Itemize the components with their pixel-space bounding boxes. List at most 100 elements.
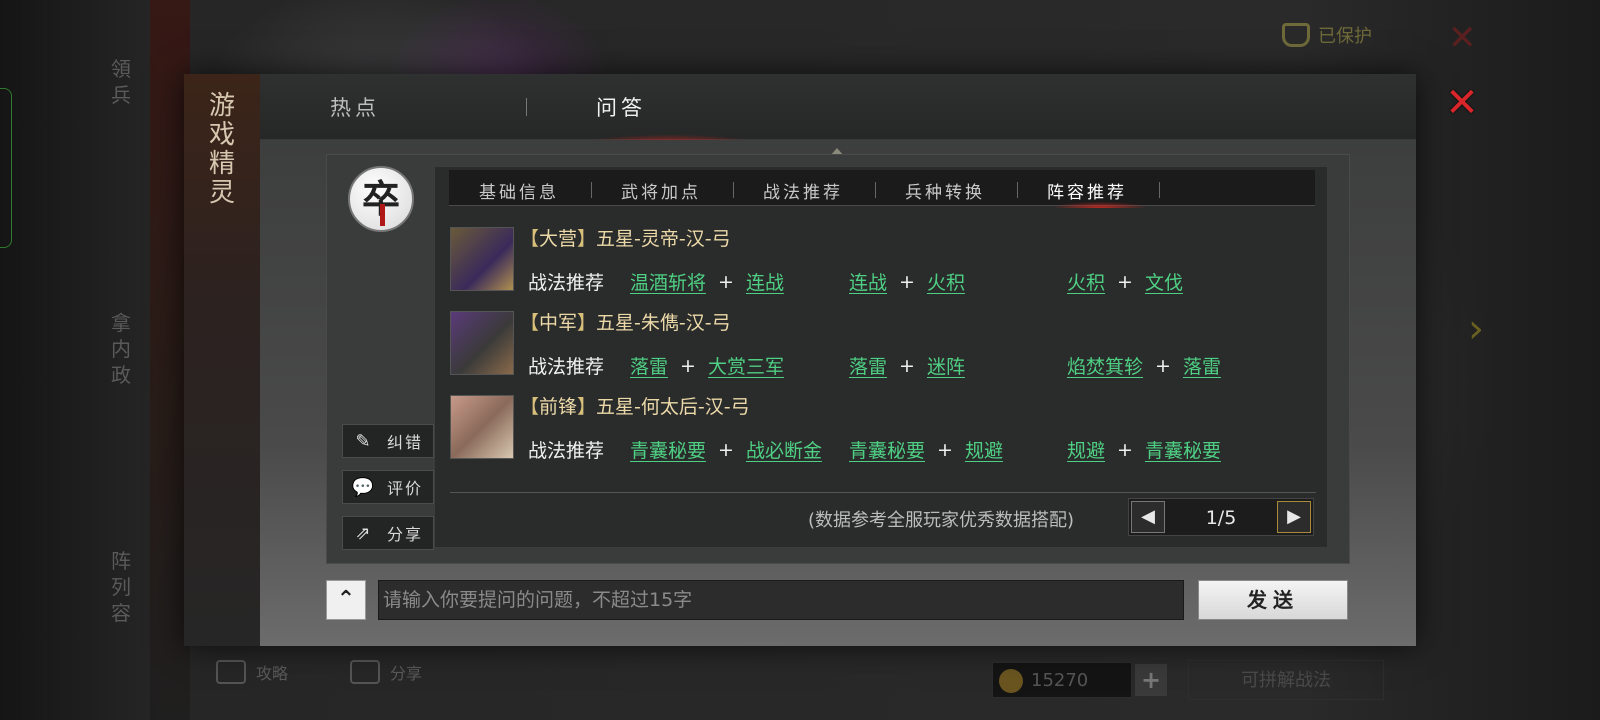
tab-divider <box>875 182 876 198</box>
skill-link[interactable]: 战必断金 <box>746 436 822 463</box>
tab-skill-recommend[interactable]: 战法推荐 <box>763 178 843 203</box>
bg-protect-label: 已保护 <box>1318 26 1372 47</box>
coin-icon <box>999 669 1023 693</box>
plus-sign: + <box>899 354 915 377</box>
skill-link[interactable]: 焰焚箕轸 <box>1067 352 1143 379</box>
hero-position: 大营 <box>539 228 578 250</box>
hero-name: 五星-何太后-汉-弓 <box>596 396 750 418</box>
plus-sign: + <box>718 438 734 461</box>
skill-link[interactable]: 迷阵 <box>927 352 965 379</box>
send-button[interactable]: 发送 <box>1198 580 1348 620</box>
skill-combo: 落雷 + 大赏三军 <box>630 352 784 379</box>
plus-sign: + <box>718 270 734 293</box>
shield-icon <box>1282 23 1310 47</box>
triangle-right-icon: ▶ <box>1287 506 1301 527</box>
bg-currency-value: 15270 <box>1031 669 1089 691</box>
next-page-button[interactable]: ▶ <box>1277 501 1311 533</box>
skill-combo: 青囊秘要 + 规避 <box>849 436 1003 463</box>
chevron-up-icon: ⌃ <box>336 587 356 612</box>
chevron-right-icon: › <box>1468 306 1484 352</box>
skill-link[interactable]: 火积 <box>927 268 965 295</box>
skill-link[interactable]: 青囊秘要 <box>1145 436 1221 463</box>
bg-currency: 15270 <box>992 662 1132 698</box>
skill-combo: 规避 + 青囊秘要 <box>1067 436 1221 463</box>
skill-link[interactable]: 连战 <box>849 268 887 295</box>
skill-link[interactable]: 落雷 <box>630 352 668 379</box>
hero-position: 中军 <box>539 312 578 334</box>
skill-link[interactable]: 文伐 <box>1145 268 1183 295</box>
bg-strategy-label: 攻略 <box>256 664 289 683</box>
report-error-label: 纠错 <box>387 433 424 452</box>
close-icon: ✕ <box>1445 80 1479 126</box>
expand-button[interactable]: ⌃ <box>326 580 366 620</box>
bg-share-label: 分享 <box>390 664 423 683</box>
skill-link[interactable]: 青囊秘要 <box>849 436 925 463</box>
hero-title: 【前锋】五星-何太后-汉-弓 <box>520 396 750 418</box>
bg-protect-status: 已保护 <box>1282 22 1372 48</box>
skill-link[interactable]: 规避 <box>1067 436 1105 463</box>
tab-divider <box>526 98 527 116</box>
strategy-icon <box>216 660 246 684</box>
tab-qa[interactable]: 问答 <box>596 92 646 122</box>
skill-recommend-label: 战法推荐 <box>528 272 605 294</box>
plus-sign: + <box>899 270 915 293</box>
hero-name: 五星-灵帝-汉-弓 <box>596 228 731 250</box>
plus-sign: + <box>1117 438 1133 461</box>
hero-name: 五星-朱儁-汉-弓 <box>596 312 731 334</box>
left-edge-tab <box>0 88 12 248</box>
rate-label: 评价 <box>387 479 424 498</box>
assistant-avatar: 卒 <box>348 166 414 232</box>
bg-close-icon: ✕ <box>1448 18 1477 58</box>
question-input[interactable] <box>378 580 1184 620</box>
sub-tab-bar: 基础信息 武将加点 战法推荐 兵种转换 阵容推荐 <box>449 170 1315 206</box>
edit-icon: ✎ <box>355 430 373 452</box>
hero-position: 前锋 <box>539 396 578 418</box>
skill-combo: 连战 + 火积 <box>849 268 965 295</box>
tab-divider <box>591 182 592 198</box>
skill-link[interactable]: 大赏三军 <box>708 352 784 379</box>
tab-hot[interactable]: 热点 <box>330 92 380 122</box>
plus-sign: + <box>1117 270 1133 293</box>
share-icon <box>350 660 380 684</box>
skill-combo: 火积 + 文伐 <box>1067 268 1183 295</box>
skill-combo: 落雷 + 迷阵 <box>849 352 965 379</box>
share-button[interactable]: ⇗ 分享 <box>342 516 434 550</box>
skill-link[interactable]: 落雷 <box>1183 352 1221 379</box>
active-subtab-glow <box>1040 194 1160 208</box>
data-source-note: (数据参考全服玩家优秀数据搭配) <box>808 510 1075 531</box>
hero-title: 【中军】五星-朱儁-汉-弓 <box>520 312 731 334</box>
bg-menu-text: 阵列容 <box>111 549 131 625</box>
skill-link[interactable]: 火积 <box>1067 268 1105 295</box>
share-icon: ⇗ <box>355 522 373 544</box>
hero-portrait <box>450 395 514 459</box>
bg-plus-icon: + <box>1135 664 1167 696</box>
side-title-text: 游戏精灵 <box>208 91 235 208</box>
report-error-button[interactable]: ✎ 纠错 <box>342 424 434 458</box>
skill-link[interactable]: 青囊秘要 <box>630 436 706 463</box>
skill-recommend-label: 战法推荐 <box>528 356 605 378</box>
bg-strategy: 攻略 <box>216 660 288 684</box>
hero-portrait <box>450 227 514 291</box>
plus-sign: + <box>937 438 953 461</box>
tab-troop-convert[interactable]: 兵种转换 <box>905 178 985 203</box>
tab-hero-points[interactable]: 武将加点 <box>621 178 701 203</box>
skill-combo: 温酒斩将 + 连战 <box>630 268 784 295</box>
pagination: ◀ 1/5 ▶ <box>1128 498 1314 536</box>
skill-link[interactable]: 连战 <box>746 268 784 295</box>
bg-menu-text: 領兵 <box>111 57 131 107</box>
comment-icon: 💬 <box>351 476 377 498</box>
divider <box>450 492 1316 493</box>
bg-action-button: 可拼解战法 <box>1188 660 1384 700</box>
avatar-accent <box>380 204 385 226</box>
tab-basic-info[interactable]: 基础信息 <box>479 178 559 203</box>
close-button[interactable]: ✕ <box>1444 83 1480 123</box>
skill-link[interactable]: 规避 <box>965 436 1003 463</box>
hero-title: 【大营】五星-灵帝-汉-弓 <box>520 228 731 250</box>
hero-portrait <box>450 311 514 375</box>
skill-link[interactable]: 落雷 <box>849 352 887 379</box>
skill-link[interactable]: 温酒斩将 <box>630 268 706 295</box>
rate-button[interactable]: 💬 评价 <box>342 470 434 504</box>
tab-divider <box>1017 182 1018 198</box>
bg-share: 分享 <box>350 660 422 684</box>
skill-combo: 青囊秘要 + 战必断金 <box>630 436 822 463</box>
